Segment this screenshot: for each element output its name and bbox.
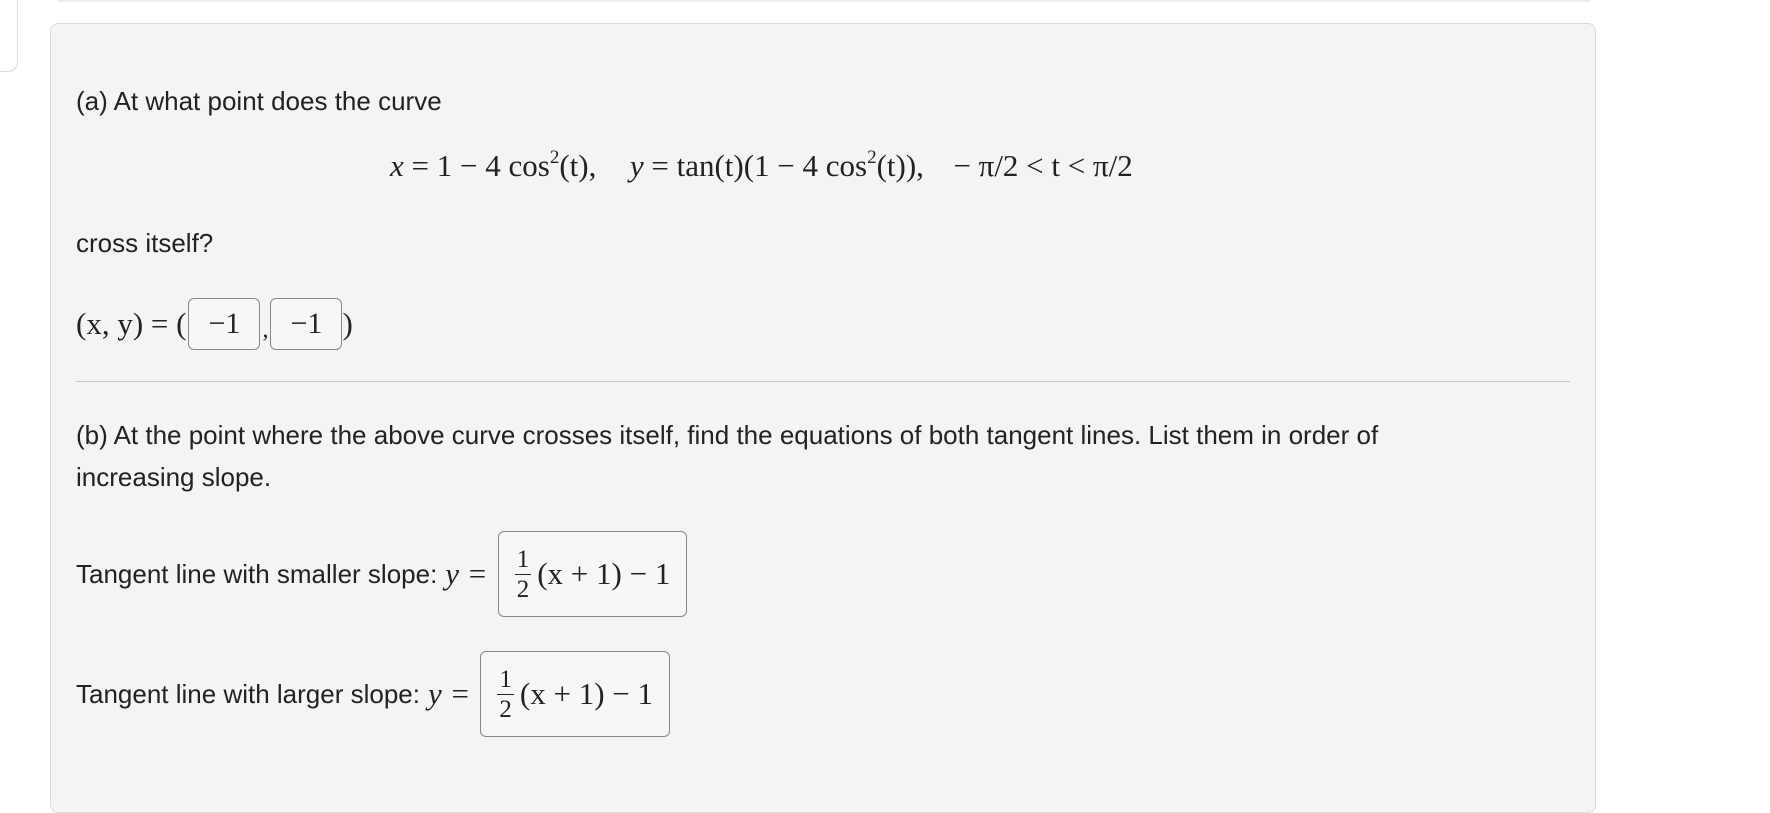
eq-y-rhs: = tan(t)(1 − 4 cos — [651, 148, 868, 183]
point-answer-close: ) — [342, 306, 353, 341]
larger-slope-row: Tangent line with larger slope: y = 1 2 … — [76, 651, 671, 737]
eq-x-rhs: = 1 − 4 cos — [411, 148, 550, 183]
larger-slope-fraction: 1 2 — [497, 667, 514, 722]
larger-slope-input[interactable]: 1 2 (x + 1) − 1 — [480, 651, 671, 737]
smaller-slope-label: Tangent line with smaller slope: — [76, 558, 438, 589]
eq-y-tail: (t)), — [876, 148, 924, 183]
smaller-slope-input[interactable]: 1 2 (x + 1) − 1 — [497, 531, 688, 617]
top-divider — [58, 0, 1590, 2]
eq-x-arg: (t), — [559, 148, 597, 183]
part-b-intro: (b) At the point where the above curve c… — [76, 420, 1379, 450]
section-divider — [76, 381, 1570, 382]
eq-y-var: y — [629, 148, 644, 183]
larger-frac-num: 1 — [497, 665, 514, 695]
smaller-frac-den: 2 — [516, 575, 530, 603]
side-tab[interactable] — [0, 0, 18, 72]
larger-slope-expr: (x + 1) − 1 — [519, 676, 654, 711]
smaller-slope-expr: (x + 1) − 1 — [537, 556, 671, 591]
part-b-intro-line2: increasing slope. — [76, 462, 272, 492]
smaller-slope-var: y = — [445, 556, 488, 591]
part-a-question-end: cross itself? — [76, 228, 214, 258]
eq-x-var: x — [390, 148, 404, 183]
eq-range: − π/2 < t < π/2 — [953, 148, 1133, 183]
y-coordinate-input[interactable]: −1 — [270, 298, 343, 350]
curve-equation: x = 1 − 4 cos2(t), y = tan(t)(1 − 4 cos2… — [390, 148, 1133, 184]
eq-x-exponent: 2 — [549, 147, 560, 168]
smaller-slope-row: Tangent line with smaller slope: y = 1 2… — [76, 531, 688, 617]
larger-slope-label: Tangent line with larger slope: — [76, 678, 420, 709]
point-answer-row: (x, y) = ( −1 , −1 ) — [76, 296, 353, 352]
part-a-intro: (a) At what point does the curve — [76, 86, 442, 116]
coordinate-separator: , — [262, 317, 269, 343]
smaller-frac-num: 1 — [514, 545, 532, 575]
larger-frac-den: 2 — [499, 695, 512, 723]
point-answer-label: (x, y) = ( — [76, 306, 187, 341]
x-coordinate-input[interactable]: −1 — [188, 298, 261, 350]
larger-slope-var: y = — [427, 676, 471, 711]
smaller-slope-fraction: 1 2 — [514, 545, 532, 603]
eq-y-exponent: 2 — [867, 147, 877, 168]
